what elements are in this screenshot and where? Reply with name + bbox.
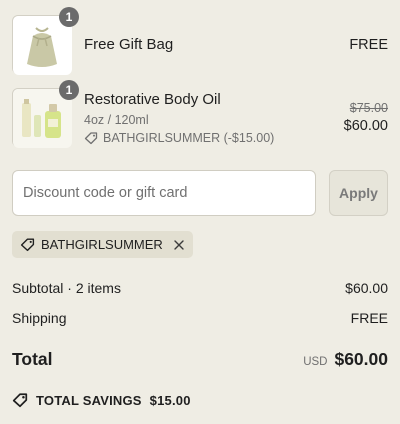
total-value: $60.00 bbox=[334, 349, 388, 369]
quantity-badge: 1 bbox=[59, 80, 79, 100]
item-name: Free Gift Bag bbox=[84, 36, 174, 53]
applied-discount-code: BATHGIRLSUMMER bbox=[41, 237, 163, 252]
item-original-price: $75.00 bbox=[349, 101, 388, 115]
shipping-label: Shipping bbox=[12, 310, 67, 326]
applied-discount-chip: BATHGIRLSUMMER bbox=[12, 231, 193, 258]
item-info: Restorative Body Oil 4oz / 120ml BATHGIR… bbox=[84, 91, 344, 145]
gift-bag-thumbnail: 1 bbox=[12, 7, 79, 75]
item-final-price: FREE bbox=[349, 36, 388, 53]
tag-icon bbox=[84, 131, 98, 144]
total-label: Total bbox=[12, 349, 53, 369]
currency-code: USD bbox=[303, 356, 328, 368]
item-info: Free Gift Bag bbox=[84, 36, 349, 53]
savings-tag-icon bbox=[12, 393, 28, 408]
quantity-badge: 1 bbox=[59, 7, 79, 27]
tag-icon bbox=[20, 238, 35, 252]
total-savings: TOTAL SAVINGS $15.00 bbox=[12, 392, 191, 408]
line-item-gift-bag: 1 Free Gift Bag FREE bbox=[12, 7, 388, 75]
total-savings-label: TOTAL SAVINGS bbox=[36, 392, 142, 408]
item-price: FREE bbox=[349, 37, 388, 53]
item-name: Restorative Body Oil bbox=[84, 90, 221, 108]
subtotal-value: $60.00 bbox=[345, 280, 388, 296]
total-row: Total USD $60.00 bbox=[12, 349, 388, 370]
line-item-body-oil: 1 Restorative Body Oil 4oz / 120ml BATHG… bbox=[12, 80, 388, 148]
total-savings-value: $15.00 bbox=[149, 392, 191, 408]
item-price: $75.00 $60.00 bbox=[344, 101, 388, 134]
discount-code-input[interactable] bbox=[12, 170, 316, 216]
item-discount-text: BATHGIRLSUMMER (-$15.00) bbox=[103, 130, 275, 145]
subtotal-row: Subtotal · 2 items $60.00 bbox=[12, 280, 388, 296]
discount-row: Apply bbox=[12, 170, 388, 216]
close-icon[interactable] bbox=[173, 239, 185, 251]
item-discount: BATHGIRLSUMMER (-$15.00) bbox=[84, 131, 344, 145]
apply-button[interactable]: Apply bbox=[329, 170, 388, 216]
body-oil-thumbnail: 1 bbox=[12, 80, 79, 148]
subtotal-label: Subtotal · 2 items bbox=[12, 280, 121, 296]
shipping-value: FREE bbox=[350, 310, 388, 326]
item-final-price: $60.00 bbox=[343, 118, 388, 134]
remove-discount-button[interactable] bbox=[173, 239, 185, 251]
shipping-row: Shipping FREE bbox=[12, 310, 388, 326]
item-variant: 4oz / 120ml bbox=[84, 112, 149, 127]
total-amount: USD $60.00 bbox=[303, 349, 388, 370]
